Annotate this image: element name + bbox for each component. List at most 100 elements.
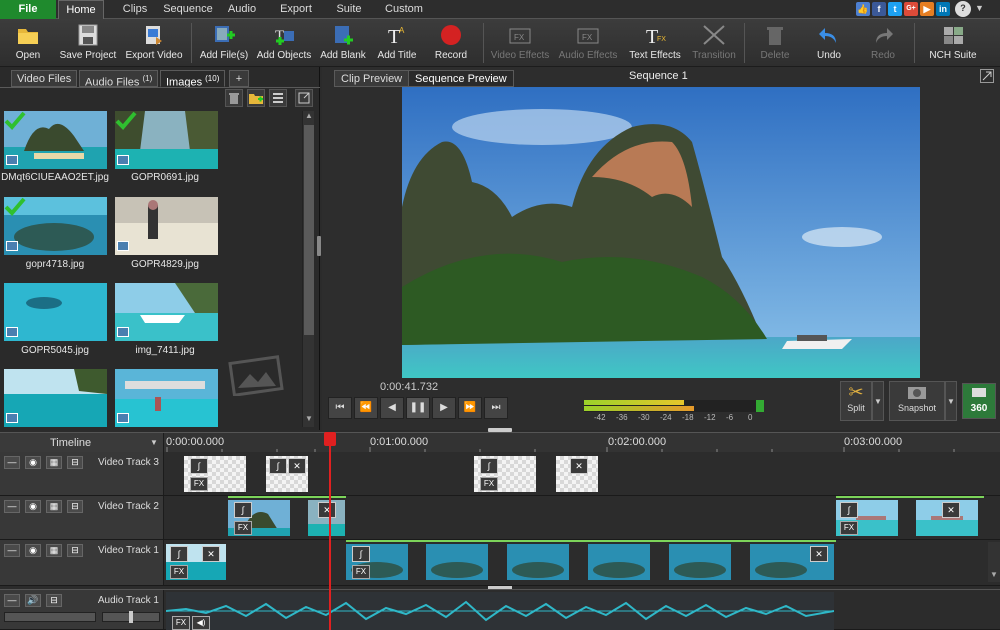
audio-effects-button[interactable]: FX Audio Effects: [556, 21, 620, 65]
tab-images[interactable]: Images (10): [160, 70, 226, 89]
timeline-clip[interactable]: ∫ ✕ FX: [166, 544, 226, 580]
youtube-icon[interactable]: ▶: [920, 2, 934, 16]
pause-button[interactable]: ❚❚: [406, 397, 430, 419]
tab-clips[interactable]: Clips: [110, 0, 160, 19]
go-to-start-button[interactable]: ⏮: [328, 397, 352, 419]
tab-audio-files[interactable]: Audio Files (1): [79, 70, 159, 89]
undock-panel-icon[interactable]: [295, 89, 313, 107]
speaker-icon[interactable]: 🔊: [25, 594, 41, 607]
delete-button[interactable]: Delete: [756, 21, 794, 65]
snapshot-button[interactable]: Snapshot: [889, 381, 945, 421]
step-back-button[interactable]: ◀: [380, 397, 404, 419]
track-effects-icon[interactable]: ▦: [46, 456, 62, 469]
snapshot-dropdown[interactable]: ▼: [945, 381, 957, 421]
scrollbar-thumb[interactable]: [304, 125, 314, 335]
collapse-track-button[interactable]: —: [4, 594, 20, 607]
tab-sequence[interactable]: Sequence: [160, 0, 216, 19]
tab-video-files[interactable]: Video Files: [11, 70, 78, 87]
tab-custom[interactable]: Custom: [378, 0, 430, 19]
step-forward-button[interactable]: ▶: [432, 397, 456, 419]
lock-icon[interactable]: ⊟: [67, 500, 83, 513]
collapse-track-button[interactable]: —: [4, 544, 20, 557]
timeline-clip[interactable]: [669, 544, 731, 580]
eye-icon[interactable]: ◉: [25, 500, 41, 513]
timeline-clip[interactable]: ∫ FX: [228, 500, 290, 536]
lock-icon[interactable]: ⊟: [46, 594, 62, 607]
new-folder-button[interactable]: [247, 89, 265, 107]
collapse-track-button[interactable]: —: [4, 500, 20, 513]
timeline-clip[interactable]: [507, 544, 569, 580]
add-objects-button[interactable]: T Add Objects: [255, 21, 313, 65]
add-blank-button[interactable]: Add Blank: [319, 21, 367, 65]
next-clip-button[interactable]: ⏩: [458, 397, 482, 419]
undock-preview-icon[interactable]: [980, 69, 994, 83]
tab-sequence-preview[interactable]: Sequence Preview: [408, 70, 514, 87]
text-effects-button[interactable]: T FX Text Effects: [624, 21, 686, 65]
timeline-clip[interactable]: [426, 544, 488, 580]
timeline-clip[interactable]: ✕: [750, 544, 834, 580]
tab-file[interactable]: File: [0, 0, 56, 19]
twitter-icon[interactable]: t: [888, 2, 902, 16]
media-scrollbar[interactable]: ▲ ▼: [302, 111, 314, 427]
image-thumbnail[interactable]: [115, 197, 218, 255]
track-effects-icon[interactable]: ▦: [46, 500, 62, 513]
lock-icon[interactable]: ⊟: [67, 456, 83, 469]
timeline-clip[interactable]: ✕: [916, 500, 978, 536]
tab-export[interactable]: Export: [272, 0, 320, 19]
tab-suite[interactable]: Suite: [328, 0, 370, 19]
undo-button[interactable]: Undo: [812, 21, 846, 65]
eye-icon[interactable]: ◉: [25, 544, 41, 557]
tab-audio[interactable]: Audio: [220, 0, 264, 19]
image-thumbnail[interactable]: [4, 369, 107, 427]
image-thumbnail[interactable]: [115, 283, 218, 341]
open-button[interactable]: Open: [8, 21, 48, 65]
save-project-button[interactable]: Save Project: [58, 21, 118, 65]
nch-suite-button[interactable]: NCH Suite: [924, 21, 982, 65]
video-effects-button[interactable]: FX Video Effects: [488, 21, 552, 65]
timeline-clip[interactable]: ∫ FX: [836, 500, 898, 536]
help-icon[interactable]: ?: [955, 1, 971, 17]
timeline-clip[interactable]: [588, 544, 650, 580]
google-plus-icon[interactable]: G+: [904, 2, 918, 16]
volume-slider[interactable]: [4, 612, 96, 622]
record-button[interactable]: Record: [428, 21, 474, 65]
delete-media-button[interactable]: [225, 89, 243, 107]
timeline-scrollbar[interactable]: ▼: [988, 542, 1000, 582]
timeline-clip[interactable]: ∫ FX: [346, 544, 408, 580]
export-video-button[interactable]: Export Video: [124, 21, 184, 65]
360-video-button[interactable]: 360: [962, 383, 996, 419]
tab-home[interactable]: Home: [58, 0, 104, 19]
transition-button[interactable]: Transition: [690, 21, 738, 65]
track-effects-icon[interactable]: ▦: [46, 544, 62, 557]
collapse-track-button[interactable]: —: [4, 456, 20, 469]
playhead[interactable]: [329, 434, 331, 630]
timeline-clip[interactable]: ∫ ✕: [266, 456, 308, 492]
tab-clip-preview[interactable]: Clip Preview: [334, 70, 410, 87]
facebook-icon[interactable]: f: [872, 2, 886, 16]
like-icon[interactable]: 👍: [856, 2, 870, 16]
eye-icon[interactable]: ◉: [25, 456, 41, 469]
image-thumbnail[interactable]: [115, 369, 218, 427]
timeline-dropdown-icon[interactable]: ▼: [150, 438, 158, 447]
previous-clip-button[interactable]: ⏪: [354, 397, 378, 419]
panel-splitter-handle[interactable]: [317, 236, 321, 256]
list-view-icon[interactable]: [269, 89, 287, 107]
timeline-clip[interactable]: ∫ FX: [184, 456, 246, 492]
timeline-clip[interactable]: ✕: [556, 456, 598, 492]
split-dropdown[interactable]: ▼: [872, 381, 884, 421]
playhead-handle[interactable]: [324, 432, 336, 446]
lock-icon[interactable]: ⊟: [67, 544, 83, 557]
image-thumbnail[interactable]: [4, 283, 107, 341]
add-bin-tab-button[interactable]: +: [229, 70, 249, 87]
timeline-clip[interactable]: ✕: [308, 500, 345, 536]
go-to-end-button[interactable]: ⏭: [484, 397, 508, 419]
add-title-button[interactable]: TA Add Title: [374, 21, 420, 65]
split-button[interactable]: ✂ Split: [840, 381, 872, 421]
pan-slider[interactable]: [102, 611, 160, 623]
linkedin-icon[interactable]: in: [936, 2, 950, 16]
add-files-button[interactable]: Add File(s): [198, 21, 250, 65]
redo-button[interactable]: Redo: [866, 21, 900, 65]
timeline-clip[interactable]: ∫ FX: [474, 456, 536, 492]
timeline-ruler[interactable]: Timeline ▼ 0:00:00.000 0:01:00.000 0:02:…: [0, 432, 1000, 453]
help-dropdown-icon[interactable]: ▼: [975, 3, 984, 13]
